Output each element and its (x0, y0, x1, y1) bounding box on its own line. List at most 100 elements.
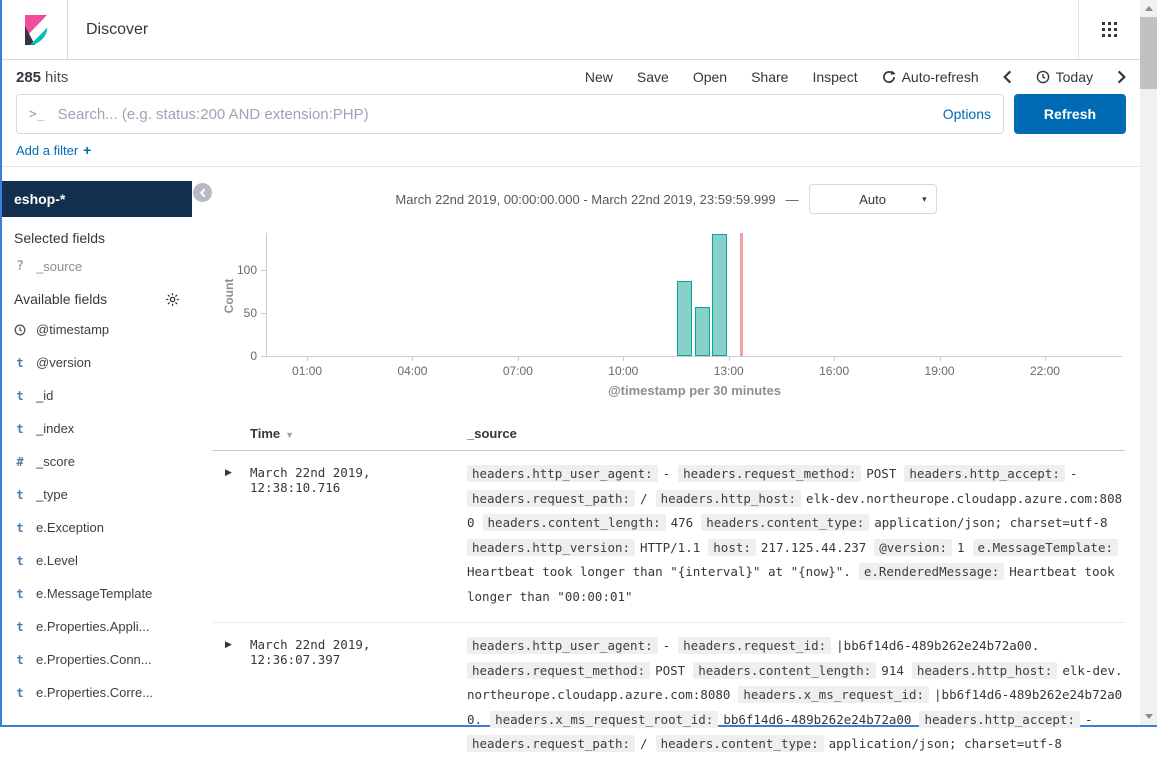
scrollbar-up-arrow[interactable] (1140, 0, 1157, 17)
string-type-icon: t (14, 686, 26, 700)
time-forward-button[interactable] (1117, 70, 1126, 84)
source-field-name: headers.content_type: (701, 514, 869, 531)
content-area: eshop-* Selected fields ? _source Availa… (2, 167, 1140, 725)
source-field-value: 1 (957, 540, 965, 555)
source-field-name: headers.request_path: (467, 735, 635, 752)
string-type-icon: t (14, 389, 26, 403)
field-source-label: _source (36, 259, 82, 274)
hits-count: 285hits (16, 69, 68, 86)
available-fields-label: Available fields (14, 291, 107, 307)
collapse-sidebar-button[interactable] (193, 183, 212, 202)
date-type-icon (14, 324, 26, 336)
x-axis-line (266, 356, 1122, 357)
query-prompt-icon: >_ (29, 107, 45, 122)
expand-row-arrow[interactable]: ▶ (212, 634, 250, 757)
field-_type[interactable]: t_type (2, 478, 192, 511)
field-name-label: _type (36, 487, 68, 502)
y-tick-mark (261, 270, 266, 271)
source-field-value: POST (655, 663, 685, 678)
source-field-name: headers.content_length: (483, 514, 666, 531)
histogram-bar-1130[interactable] (677, 281, 692, 356)
field-_score[interactable]: #_score (2, 445, 192, 478)
menu-item-share[interactable]: Share (751, 69, 788, 85)
refresh-cycle-icon (882, 70, 896, 84)
auto-refresh-button[interactable]: Auto-refresh (882, 69, 979, 85)
plus-icon[interactable]: + (83, 142, 91, 158)
chevron-left-icon (1003, 70, 1012, 84)
scrollbar-thumb[interactable] (1140, 17, 1157, 89)
menu-item-open[interactable]: Open (693, 69, 727, 85)
search-input[interactable] (56, 105, 932, 124)
x-axis-title: @timestamp per 30 minutes (267, 383, 1122, 399)
table-row: ▶March 22nd 2019, 12:36:07.397headers.ht… (212, 623, 1125, 770)
apps-grid-button[interactable] (1078, 0, 1140, 59)
index-pattern-header[interactable]: eshop-* (2, 181, 192, 217)
string-type-icon: t (14, 554, 26, 568)
source-field-value: - (1070, 466, 1078, 481)
kibana-window: Discover 285hits New Save Open Share Inspect (0, 0, 1157, 727)
table-header-row: Time▼ _source (212, 426, 1125, 451)
time-back-button[interactable] (1003, 70, 1012, 84)
table-body: ▶March 22nd 2019, 12:38:10.716headers.ht… (212, 451, 1125, 770)
field-name-label: @version (36, 355, 91, 370)
histogram-bar-1200[interactable] (695, 307, 710, 356)
field-e.Properties.Corre...[interactable]: t e.Properties.Corre... (2, 676, 192, 709)
field-@timestamp[interactable]: @timestamp (2, 313, 192, 346)
string-type-icon: t (14, 521, 26, 535)
add-filter-link[interactable]: Add a filter (16, 143, 78, 158)
source-field-name: e.MessageTemplate: (973, 539, 1118, 556)
gear-icon[interactable] (165, 292, 180, 307)
field-e.MessageTemplate[interactable]: te.MessageTemplate (2, 577, 192, 610)
source-field-name: headers.content_type: (656, 735, 824, 752)
today-button[interactable]: Today (1036, 69, 1093, 85)
field-name-label: e.Level (36, 553, 78, 568)
expand-row-arrow[interactable]: ▶ (212, 462, 250, 609)
x-tick-label: 07:00 (491, 364, 545, 378)
time-column-header[interactable]: Time▼ (250, 426, 467, 441)
menu-item-new[interactable]: New (585, 69, 613, 85)
chevron-right-icon (1117, 70, 1126, 84)
y-tick-mark (261, 356, 266, 357)
source-field-value: / (640, 736, 648, 751)
source-field-name: headers.x_ms_request_root_id: (490, 711, 718, 728)
x-tick-label: 01:00 (280, 364, 334, 378)
menu-item-save[interactable]: Save (637, 69, 669, 85)
clock-icon (1036, 70, 1050, 84)
field-source[interactable]: ? _source (2, 246, 192, 274)
source-field-name: headers.request_id: (678, 637, 831, 654)
field-name-label: e.Properties.Corre... (36, 685, 153, 700)
source-field-name: headers.http_version: (467, 539, 635, 556)
field-e.Exception[interactable]: te.Exception (2, 511, 192, 544)
x-tick-label: 16:00 (807, 364, 861, 378)
x-tick-label: 13:00 (702, 364, 756, 378)
current-time-marker (740, 233, 743, 356)
page-title: Discover (68, 21, 148, 39)
kibana-logo[interactable] (2, 0, 68, 59)
field-@version[interactable]: t@version (2, 346, 192, 379)
interval-select[interactable]: Auto ▾ (809, 184, 937, 214)
field-e.Properties.Conn...[interactable]: te.Properties.Conn... (2, 643, 192, 676)
scrollbar-down-arrow[interactable] (1140, 708, 1157, 725)
hits-bar: 285hits New Save Open Share Inspect Auto-ref… (2, 60, 1140, 94)
vertical-scrollbar[interactable] (1140, 0, 1157, 725)
string-type-icon: t (14, 422, 26, 436)
menu-item-inspect[interactable]: Inspect (812, 69, 857, 85)
source-field-name: headers.request_method: (678, 465, 861, 482)
field-_index[interactable]: t_index (2, 412, 192, 445)
histogram-bar-1230[interactable] (712, 234, 727, 356)
field-e.Level[interactable]: t e.Level (2, 544, 192, 577)
source-field-name: headers.request_path: (467, 490, 635, 507)
source-field-name: @version: (874, 539, 952, 556)
source-field-value: - (1085, 712, 1093, 727)
field-_id[interactable]: t_id (2, 379, 192, 412)
topbar-spacer (148, 0, 1078, 59)
selected-fields-heading: Selected fields (2, 217, 192, 246)
source-field-value: 217.125.44.237 (761, 540, 866, 555)
source-field-name: headers.http_accept: (904, 465, 1065, 482)
options-link[interactable]: Options (943, 106, 991, 122)
refresh-button[interactable]: Refresh (1014, 94, 1126, 134)
fields-sidebar: eshop-* Selected fields ? _source Availa… (2, 167, 192, 725)
field-e.Properties.Appli...[interactable]: te.Properties.Appli... (2, 610, 192, 643)
kibana-logo-icon (19, 14, 51, 46)
source-field-value: bb6f14d6-489b262e24b72a00 (723, 712, 911, 727)
